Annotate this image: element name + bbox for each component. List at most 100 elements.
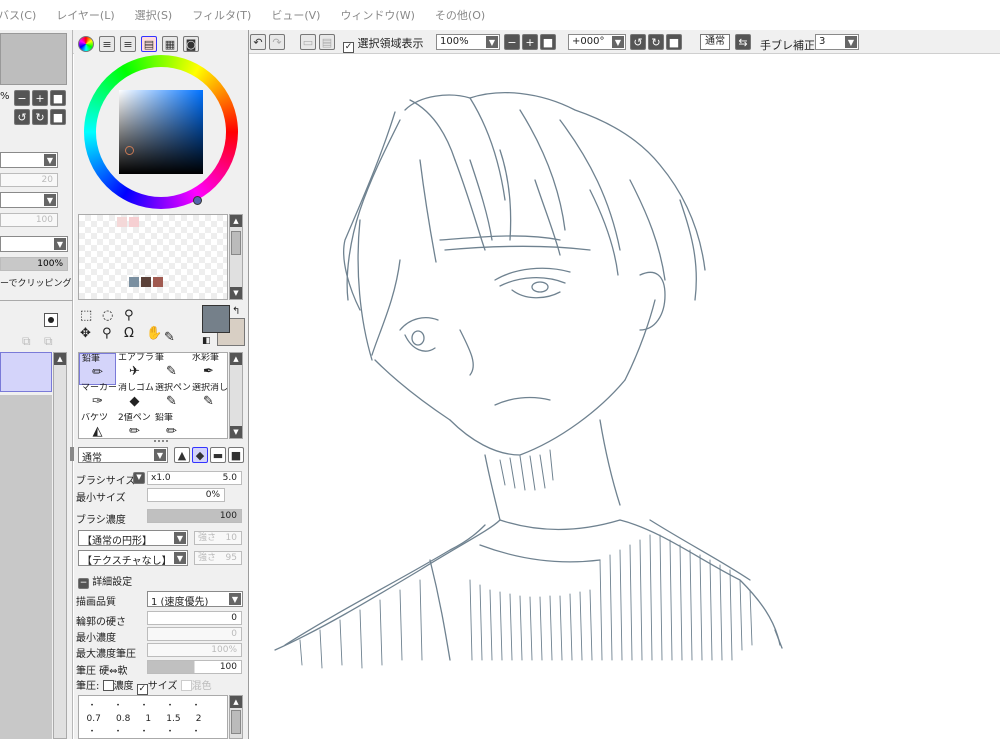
nav-zoom-out-button[interactable]: − [14,90,30,106]
swatch-cell[interactable] [141,277,151,287]
pen-density-checkbox[interactable] [102,680,114,691]
flip-view-button[interactable]: ⇆ [735,34,751,50]
rotate-reset-button[interactable]: ■ [666,34,682,50]
move-icon[interactable]: ✥ [80,326,100,341]
user-swatch-tab[interactable]: ▦ [162,36,178,52]
swatch-cell[interactable] [117,217,127,227]
tool-bucket[interactable]: バケツ ◭ [79,413,116,439]
layer-copy-icon[interactable]: ⧉ [22,334,31,349]
edge-flat-button[interactable]: ■ [228,447,244,463]
swatch-scrollbar[interactable]: ▲ ▼ [229,214,243,300]
panel-splitter[interactable] [154,440,168,442]
edge-soft-button[interactable]: ▲ [174,447,190,463]
detail-settings-toggle[interactable]: − 詳細設定 [78,573,132,589]
preset-size[interactable]: 0.7 [87,714,101,724]
rgb-slider-tab[interactable]: ≡ [99,36,115,52]
layer-blend-select[interactable]: ▼ [0,152,58,168]
navigator-preview[interactable] [0,33,67,85]
zoom-in-button[interactable]: + [522,34,538,50]
undo-button[interactable]: ↶ [250,34,266,50]
show-selection-toggle[interactable]: ✓ 選択領域表示 [343,35,424,53]
hsv-slider-tab[interactable]: ≡ [120,36,136,52]
color-wheel-tab[interactable] [78,36,94,52]
edge-hard-button[interactable]: ▬ [210,447,226,463]
preset-scrollbar[interactable]: ▲ [229,695,243,739]
layer-mask-icon[interactable] [44,313,58,327]
max-density-field[interactable]: 100% [147,643,242,657]
layer-opacity-bar[interactable]: 100% [0,257,68,271]
menu-canvas[interactable]: バス(C) [0,7,36,23]
shape-strength-field[interactable]: 強さ 10 [194,531,242,545]
zoom-icon[interactable]: ⚲ [102,326,122,341]
swatch-grid[interactable] [78,214,228,300]
quality-select[interactable]: 1 (速度優先) ▼ [147,591,243,607]
brush-density-slider[interactable]: 100 [147,509,242,523]
min-density-field[interactable]: 0 [147,627,242,641]
redo-button[interactable]: ↷ [269,34,285,50]
nav-rotate-left-button[interactable]: ↺ [14,109,30,125]
scratchpad-tab[interactable]: ◙ [183,36,199,52]
pen-size-checkbox[interactable]: ✓ [136,684,148,695]
tool-airbrush[interactable]: エアブラシ✈ [116,353,153,385]
layer-item-selected[interactable] [0,352,52,392]
clipping-label[interactable]: ーでクリッピング [0,276,71,289]
swatch-tab[interactable]: ▤ [141,36,157,52]
preset-size[interactable]: 2 [196,714,202,724]
hand-icon[interactable]: ✋ [146,326,166,341]
color-cursor-icon[interactable] [125,146,134,155]
magic-wand-icon[interactable]: ⚲ [124,308,144,323]
tool-eraser[interactable]: 消しゴム ◆ [116,383,153,415]
show-selection-checkbox[interactable]: ✓ [343,42,354,53]
saturation-value-square[interactable] [119,90,203,174]
menu-view[interactable]: ビュー(V) [271,7,320,23]
edge-hardness-field[interactable]: 0 [147,611,242,625]
nav-rotate-reset-button[interactable]: ■ [50,109,66,125]
tool-select-eraser[interactable]: 選択消し ✎ [190,383,227,415]
tool-brush[interactable]: 筆 ✎ [153,353,190,385]
rotate-right-button[interactable]: ↻ [648,34,664,50]
transparent-color-icon[interactable]: ◧ [202,336,211,346]
swatch-cell[interactable] [129,277,139,287]
menu-window[interactable]: ウィンドウ(W) [340,7,414,23]
stabilizer-select[interactable]: 3 ▼ [815,34,859,50]
layer-scrollbar[interactable]: ▲ [53,352,67,739]
hue-cursor-icon[interactable] [193,196,202,205]
menu-filter[interactable]: フィルタ(T) [192,7,251,23]
eyedropper-icon[interactable]: ✎ [164,330,175,345]
tool-watercolor[interactable]: 水彩筆 ✒ [190,353,227,385]
tool-marker[interactable]: マーカー ✑ [79,383,116,415]
preset-size[interactable]: 1 [145,714,151,724]
layer-merge-icon[interactable]: ⧉ [44,334,53,349]
deselect-button[interactable]: ▭ [300,34,316,50]
rect-select-icon[interactable]: ⬚ [80,308,100,323]
swap-colors-icon[interactable]: ↰ [232,306,240,317]
zoom-out-button[interactable]: − [504,34,520,50]
layer-field-1[interactable]: 20 [0,173,58,187]
nav-rotate-right-button[interactable]: ↻ [32,109,48,125]
pressure-slider[interactable]: 100 [147,660,242,674]
rotation-select[interactable]: +000° ▼ [568,34,626,50]
texture-select[interactable]: 【テクスチャなし】 ▼ [78,550,188,566]
rotate-icon[interactable]: Ω [124,326,144,341]
rotate-left-button[interactable]: ↺ [630,34,646,50]
preset-size[interactable]: 0.8 [116,714,130,724]
preset-size[interactable]: 1.5 [166,714,180,724]
edge-medium-button[interactable]: ◆ [192,447,208,463]
zoom-reset-button[interactable]: ■ [540,34,556,50]
swatch-cell[interactable] [129,217,139,227]
tool-pencil[interactable]: 鉛筆 ✏ [79,353,116,385]
menu-layer[interactable]: レイヤー(L) [56,7,114,23]
brush-mode-select[interactable]: 通常 ▼ [78,447,168,463]
nav-zoom-reset-button[interactable]: ■ [50,90,66,106]
panel-resize-handle[interactable] [70,447,74,461]
invert-select-button[interactable]: ▤ [319,34,335,50]
tool-pencil-2[interactable]: 鉛筆 ✏ [153,413,190,439]
brush-size-field[interactable]: x1.0 5.0 [147,471,242,485]
drawing-canvas[interactable] [250,54,1000,739]
blend-mode-button[interactable]: 通常 [700,34,730,50]
layer-type-select[interactable]: ▼ [0,236,68,252]
tool-grid-scrollbar[interactable]: ▲ ▼ [229,352,243,439]
primary-color[interactable] [202,305,230,333]
layer-mode-select[interactable]: ▼ [0,192,58,208]
layer-field-2[interactable]: 100 [0,213,58,227]
